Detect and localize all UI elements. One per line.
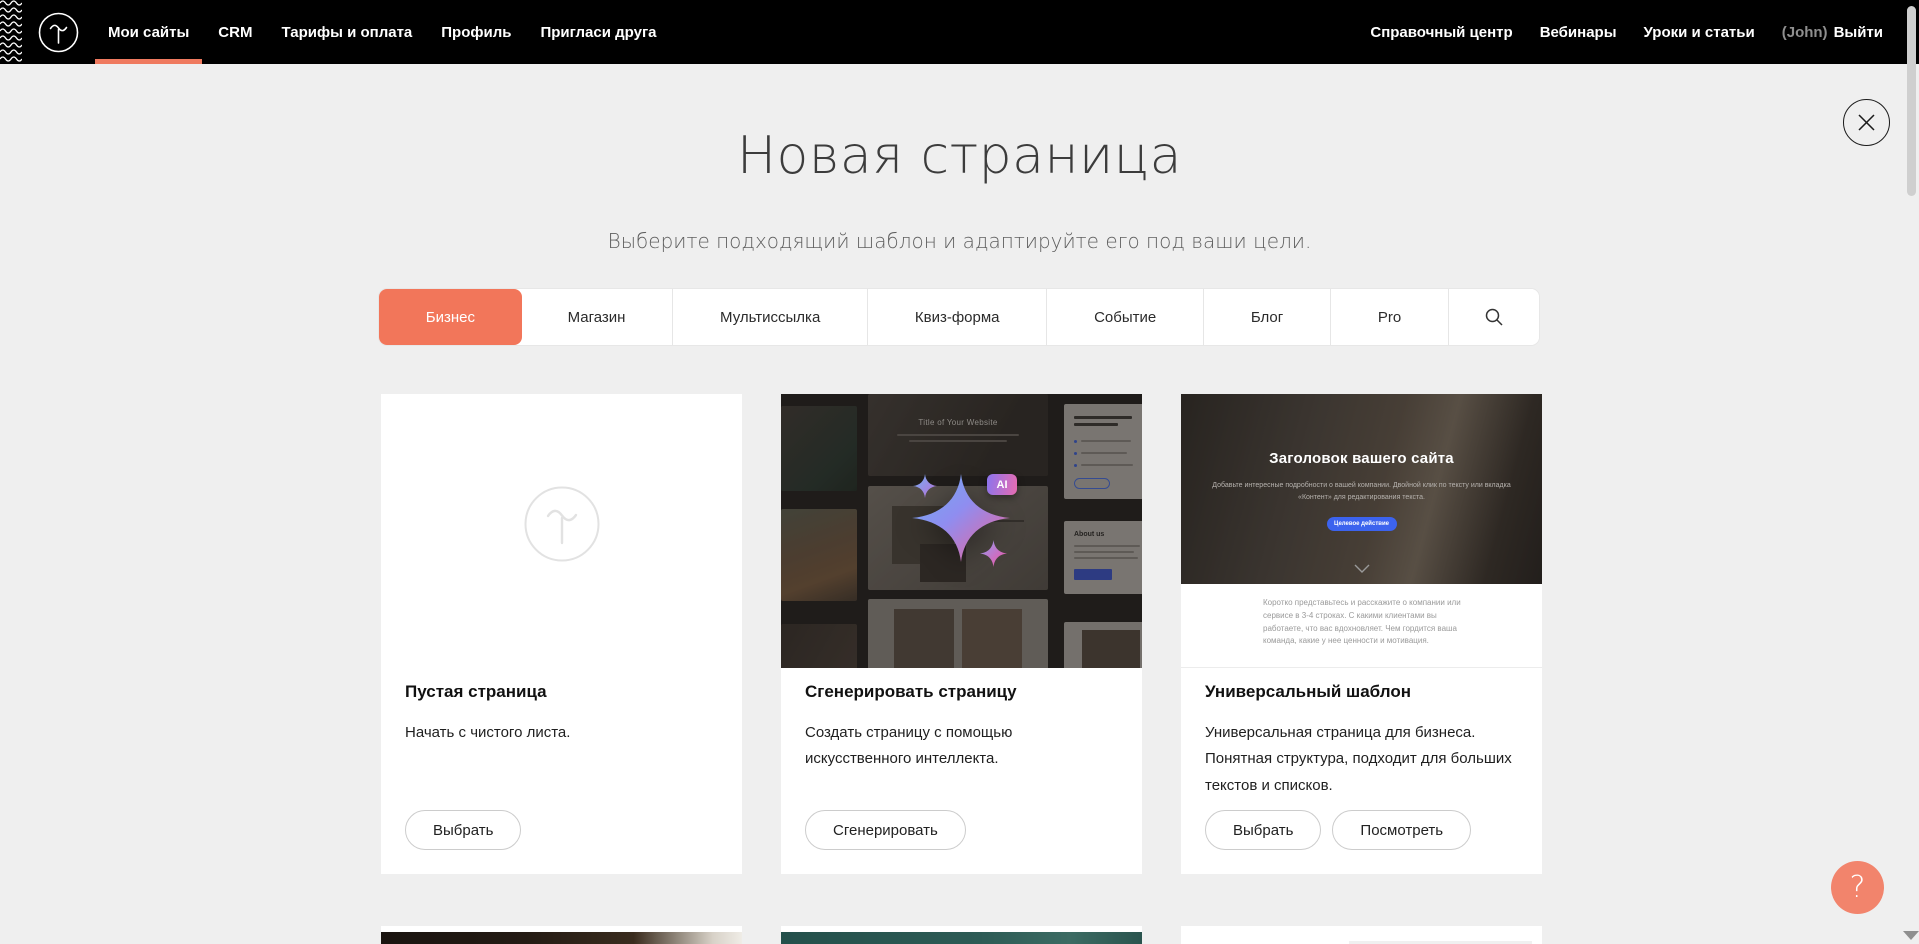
page-title: Новая страница xyxy=(0,126,1919,186)
card-title: Универсальный шаблон xyxy=(1205,682,1518,702)
close-icon xyxy=(1856,112,1877,133)
tab-label: Событие xyxy=(1094,309,1156,326)
card-description: Начать с чистого листа. xyxy=(405,720,718,746)
zigzag-texture xyxy=(0,0,22,64)
generate-button[interactable]: Сгенерировать xyxy=(805,810,966,850)
nav-item-invite-friend[interactable]: Пригласи друга xyxy=(540,0,656,64)
ai-card-body: Сгенерировать страницу Создать страницу … xyxy=(805,682,1118,874)
tab-label: Pro xyxy=(1378,309,1401,326)
card-actions: Выбрать xyxy=(405,810,521,850)
scrollbar-down-arrow-icon[interactable] xyxy=(1903,931,1919,940)
ai-sparkle-small-icon xyxy=(980,539,1007,568)
universal-card-body: Универсальный шаблон Универсальная стран… xyxy=(1205,682,1518,874)
tab-label: Бизнес xyxy=(426,309,475,326)
tab-quiz-form[interactable]: Квиз-форма xyxy=(868,289,1047,345)
template-card-partial[interactable] xyxy=(781,926,1142,944)
tab-search[interactable] xyxy=(1449,289,1539,345)
template-card-partial-image xyxy=(1181,932,1542,944)
card-actions: Выбрать Посмотреть xyxy=(1205,810,1471,850)
template-card-universal[interactable]: Заголовок вашего сайта Добавьте интересн… xyxy=(1181,394,1542,874)
ai-sparkle-group: AI xyxy=(781,394,1142,668)
ai-card-media: Title of Your Website xyxy=(781,394,1142,668)
template-card-partial-image xyxy=(381,932,742,944)
nav-item-label: Уроки и статьи xyxy=(1644,24,1755,41)
active-nav-underline xyxy=(95,59,202,64)
tab-multilink[interactable]: Мультиссылка xyxy=(673,289,868,345)
template-card-ai-generate[interactable]: Title of Your Website xyxy=(781,394,1142,874)
nav-right-group: Справочный центр Вебинары Уроки и статьи… xyxy=(1343,0,1883,64)
nav-item-profile[interactable]: Профиль xyxy=(441,0,511,64)
tab-shop[interactable]: Магазин xyxy=(521,289,673,345)
nav-item-label: Мои сайты xyxy=(108,24,189,41)
choose-button[interactable]: Выбрать xyxy=(405,810,521,850)
tab-business[interactable]: Бизнес xyxy=(379,289,522,345)
blank-card-body: Пустая страница Начать с чистого листа. … xyxy=(405,682,718,874)
nav-item-label: Справочный центр xyxy=(1370,24,1512,41)
nav-item-tariffs[interactable]: Тарифы и оплата xyxy=(281,0,412,64)
tab-label: Мультиссылка xyxy=(720,309,820,326)
template-card-blank[interactable]: Пустая страница Начать с чистого листа. … xyxy=(381,394,742,874)
choose-button[interactable]: Выбрать xyxy=(1205,810,1321,850)
nav-item-label: Пригласи друга xyxy=(540,24,656,41)
nav-item-label: CRM xyxy=(218,24,252,41)
tab-event[interactable]: Событие xyxy=(1047,289,1204,345)
search-icon xyxy=(1484,307,1504,327)
card-description: Создать страницу с помощью искусственног… xyxy=(805,720,1118,773)
nav-item-label: Профиль xyxy=(441,24,511,41)
nav-item-crm[interactable]: CRM xyxy=(218,0,252,64)
template-card-partial-image xyxy=(781,932,1142,944)
template-cta-button: Целевое действие xyxy=(1327,517,1397,531)
nav-item-label: Тарифы и оплата xyxy=(281,24,412,41)
logout-link[interactable]: Выйти xyxy=(1834,24,1883,41)
universal-card-media: Заголовок вашего сайта Добавьте интересн… xyxy=(1181,394,1542,668)
nav-item-label: Вебинары xyxy=(1540,24,1617,41)
nav-item-my-sites[interactable]: Мои сайты xyxy=(108,0,189,64)
nav-item-webinars[interactable]: Вебинары xyxy=(1540,0,1617,64)
preview-button[interactable]: Посмотреть xyxy=(1332,810,1471,850)
card-description: Универсальная страница для бизнеса. Поня… xyxy=(1205,720,1518,799)
template-category-tabs: Бизнес Магазин Мультиссылка Квиз-форма С… xyxy=(379,289,1539,345)
tab-pro[interactable]: Pro xyxy=(1331,289,1449,345)
tilda-watermark-icon xyxy=(523,485,601,563)
page-subtitle: Выберите подходящий шаблон и адаптируйте… xyxy=(0,229,1919,253)
nav-item-help-center[interactable]: Справочный центр xyxy=(1370,0,1512,64)
template-hero-subtitle: Добавьте интересные подробности о вашей … xyxy=(1211,480,1512,503)
user-name: (John) xyxy=(1782,24,1828,41)
card-title: Пустая страница xyxy=(405,682,718,702)
card-title: Сгенерировать страницу xyxy=(805,682,1118,702)
tab-label: Квиз-форма xyxy=(915,309,1000,326)
chevron-down-icon xyxy=(1354,564,1370,573)
tab-label: Блог xyxy=(1251,309,1283,326)
card-actions: Сгенерировать xyxy=(805,810,966,850)
template-card-partial[interactable] xyxy=(381,926,742,944)
scrollbar-thumb[interactable] xyxy=(1907,6,1916,196)
question-mark-icon: ? xyxy=(1850,870,1866,905)
tab-blog[interactable]: Блог xyxy=(1204,289,1331,345)
close-button[interactable] xyxy=(1843,99,1890,146)
top-navbar: Мои сайты CRM Тарифы и оплата Профиль Пр… xyxy=(0,0,1919,64)
nav-left-group: Мои сайты CRM Тарифы и оплата Профиль Пр… xyxy=(108,0,686,64)
help-button[interactable]: ? xyxy=(1831,861,1884,914)
app-root: Мои сайты CRM Тарифы и оплата Профиль Пр… xyxy=(0,0,1919,944)
template-hero-content: Заголовок вашего сайта Добавьте интересн… xyxy=(1181,394,1542,668)
tilda-logo-icon[interactable] xyxy=(38,12,79,53)
tab-label: Магазин xyxy=(568,309,626,326)
ai-badge: AI xyxy=(987,474,1017,495)
blank-card-media xyxy=(381,394,742,668)
template-card-partial[interactable] xyxy=(1181,926,1542,944)
template-hero-title: Заголовок вашего сайта xyxy=(1181,450,1542,467)
nav-item-lessons[interactable]: Уроки и статьи xyxy=(1644,0,1755,64)
